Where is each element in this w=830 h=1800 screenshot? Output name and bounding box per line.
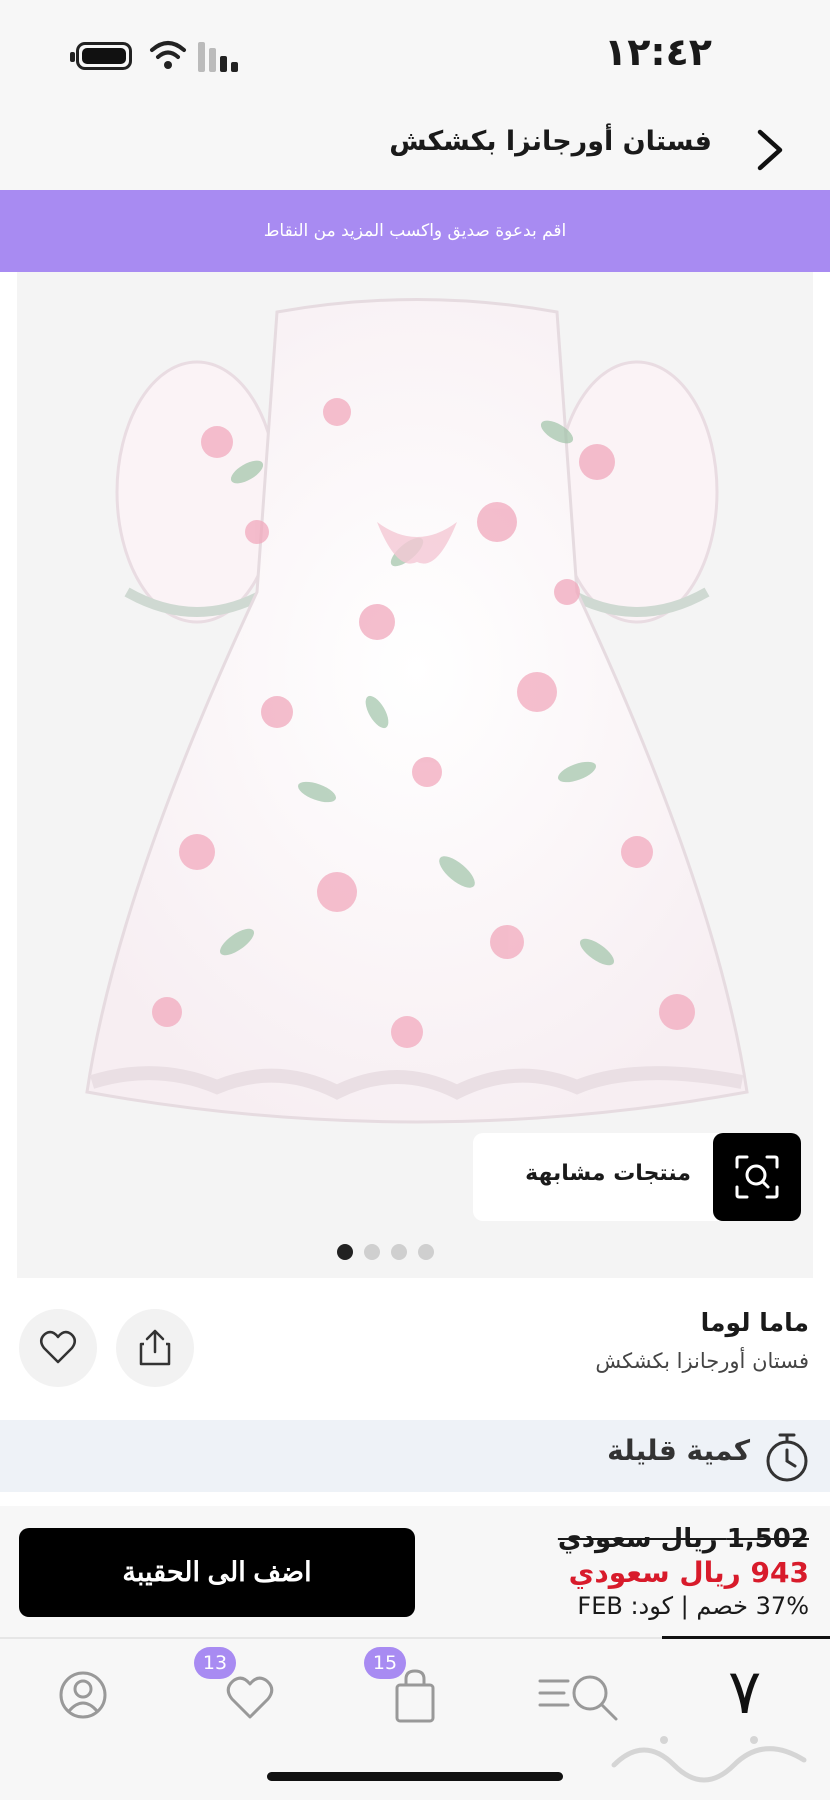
carousel-dots (0, 1244, 830, 1262)
battery-icon (70, 42, 132, 70)
page-title: فستان أورجانزا بكشكش (389, 126, 712, 157)
profile-icon[interactable] (58, 1663, 108, 1727)
similar-products-button[interactable]: منتجات مشابهة (473, 1133, 801, 1221)
old-price: 1,502 ريال سعودي (557, 1524, 809, 1554)
back-arrow-icon[interactable] (750, 126, 790, 174)
search-icon[interactable] (538, 1663, 622, 1727)
add-to-bag-button[interactable]: اضف الى الحقيبة (19, 1528, 415, 1617)
status-bar: ١٢:٤٢ (0, 0, 830, 110)
share-button[interactable] (116, 1309, 194, 1387)
cart-count-badge: 15 (364, 1647, 406, 1679)
sale-price: 943 ريال سعودي (568, 1556, 809, 1589)
wifi-icon (150, 41, 186, 69)
brand-name[interactable]: ماما لوما (701, 1308, 809, 1337)
signal-icon (198, 42, 238, 72)
discount-code: 37% خصم | كود: FEB (577, 1592, 809, 1620)
status-time: ١٢:٤٢ (604, 30, 712, 74)
product-image (85, 298, 749, 1124)
wishlist-button[interactable] (19, 1309, 97, 1387)
clock-icon (766, 1433, 808, 1482)
home-logo[interactable]: ٧ (728, 1655, 761, 1728)
carousel-dot[interactable] (390, 1244, 407, 1260)
share-icon (139, 1329, 171, 1366)
carousel-dot[interactable] (417, 1244, 434, 1260)
price-bar: 1,502 ريال سعودي 943 ريال سعودي 37% خصم … (0, 1506, 830, 1639)
add-to-bag-label: اضف الى الحقيبة (122, 1557, 312, 1587)
similar-products-label: منتجات مشابهة (525, 1161, 691, 1186)
carousel-dot[interactable] (363, 1244, 380, 1260)
banner-text: اقم بدعوة صديق واكسب المزيد من النقاط (263, 221, 567, 241)
low-stock-label: كمية قليلة (607, 1434, 750, 1467)
heart-icon (40, 1330, 76, 1364)
product-image-carousel[interactable]: منتجات مشابهة (17, 272, 813, 1278)
header: فستان أورجانزا بكشكش (0, 110, 830, 190)
home-indicator (267, 1772, 563, 1781)
low-stock-notice: كمية قليلة (0, 1420, 830, 1492)
watermark-logo (611, 1736, 807, 1783)
product-name: فستان أورجانزا بكشكش (595, 1349, 809, 1373)
invite-banner[interactable]: اقم بدعوة صديق واكسب المزيد من النقاط (0, 190, 830, 272)
carousel-dot[interactable] (336, 1244, 353, 1260)
wishlist-count-badge: 13 (194, 1647, 236, 1679)
scan-icon (713, 1133, 801, 1221)
